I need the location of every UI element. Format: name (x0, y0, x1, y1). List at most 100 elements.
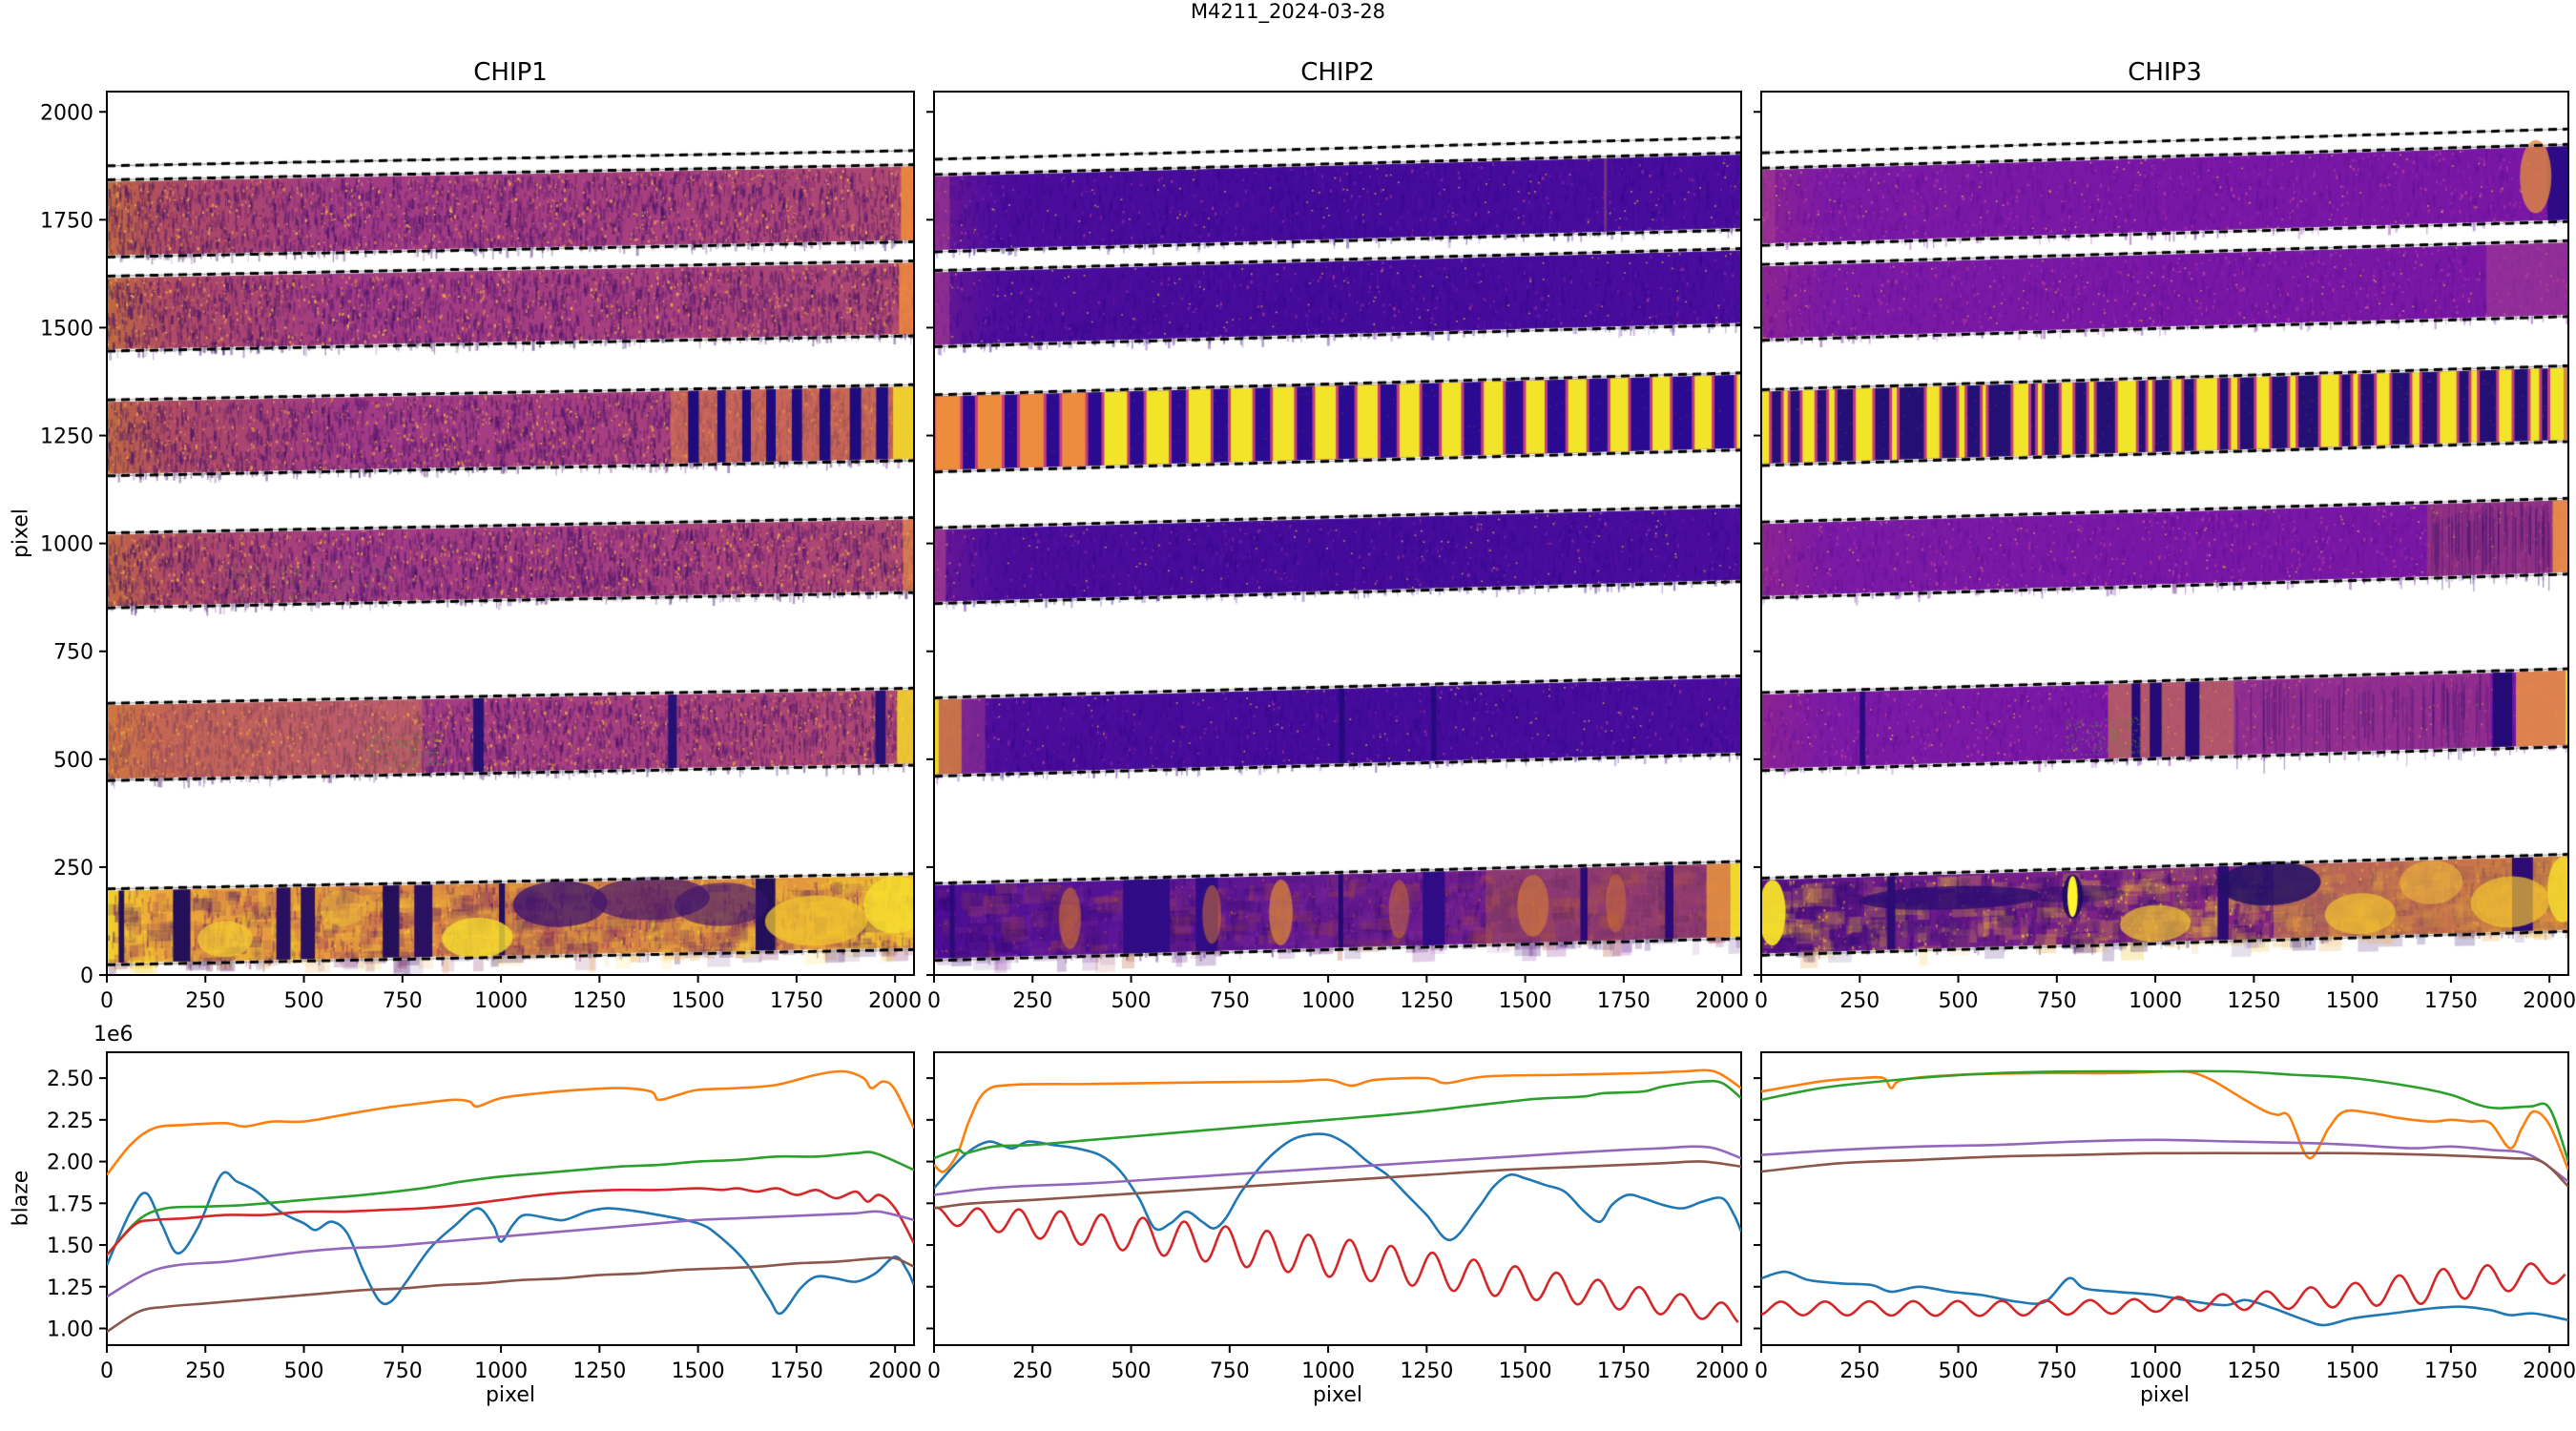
tick-label: 500 (53, 749, 93, 773)
tick-label: 750 (383, 989, 423, 1013)
blaze-curve-chip2-purple (934, 1147, 1741, 1195)
tick-label: 1000 (474, 989, 528, 1013)
blaze-curve-chip3-green (1761, 1071, 2568, 1162)
blaze-curve-chip3-red (1761, 1263, 2566, 1316)
tick-label: 750 (383, 1359, 423, 1383)
figure: M4211_2024-03-28 CHIP1 CHIP2 CHIP3 pixel… (0, 0, 2576, 1431)
tick-label: 1750 (2424, 989, 2478, 1013)
tick-label: 1.75 (47, 1192, 93, 1216)
y-axis-label-bottom: blaze (10, 1171, 33, 1227)
tick-label: 1500 (672, 1359, 725, 1383)
blaze-curve-chip2-brown (934, 1161, 1741, 1208)
blaze-curve-chip3-purple (1761, 1140, 2568, 1182)
tick-label: 1500 (2326, 1359, 2379, 1383)
tick-label: 2000 (1695, 989, 1749, 1013)
tick-label: 0 (80, 964, 93, 988)
blaze-curve-chip2-red (934, 1208, 1738, 1322)
tick-label: 1500 (40, 317, 93, 341)
tick-label: 0 (1755, 1359, 1768, 1383)
tick-label: 2000 (868, 989, 922, 1013)
tick-label: 1500 (1499, 989, 1552, 1013)
chip2-title: CHIP2 (934, 58, 1741, 87)
tick-label: 250 (1839, 989, 1880, 1013)
tick-label: 2000 (868, 1359, 922, 1383)
tick-label: 1000 (1301, 989, 1355, 1013)
tick-label: 2000 (2523, 989, 2576, 1013)
blaze-curve-chip1-green (107, 1151, 914, 1255)
chip1-orders-image (107, 92, 914, 975)
tick-label: 1000 (1301, 1359, 1355, 1383)
tick-label: 1250 (1400, 989, 1453, 1013)
tick-label: 1.25 (47, 1276, 93, 1300)
blaze-curve-chip3-brown (1761, 1153, 2568, 1187)
tick-label: 1000 (2129, 1359, 2182, 1383)
y-axis-label-top: pixel (10, 508, 33, 558)
tick-label: 1000 (2129, 989, 2182, 1013)
chip1-title: CHIP1 (107, 58, 914, 87)
tick-label: 500 (1111, 1359, 1152, 1383)
tick-label: 250 (53, 857, 93, 881)
tick-label: 2000 (40, 101, 93, 125)
tick-label: 750 (53, 641, 93, 665)
tick-label: 1750 (770, 1359, 823, 1383)
blaze-curve-chip1-purple (107, 1212, 914, 1297)
tick-label: 0 (927, 1359, 941, 1383)
tick-label: 750 (1210, 1359, 1250, 1383)
y-offset-text: 1e6 (93, 1023, 134, 1047)
figure-title: M4211_2024-03-28 (0, 0, 2576, 23)
tick-label: 1750 (1597, 989, 1651, 1013)
tick-label: 1750 (1597, 1359, 1651, 1383)
tick-label: 500 (1111, 989, 1152, 1013)
blaze-curve-chip2-green (934, 1081, 1741, 1158)
tick-label: 500 (284, 989, 324, 1013)
tick-label: 2.00 (47, 1151, 93, 1175)
tick-label: 1750 (40, 209, 93, 233)
tick-label: 250 (1012, 1359, 1052, 1383)
tick-label: 1.00 (47, 1318, 93, 1342)
blaze-curve-chip2-blue (934, 1133, 1741, 1239)
blaze-curve-chip1-red (107, 1189, 914, 1255)
x-axis-label-chip3: pixel (1761, 1383, 2568, 1407)
tick-label: 1750 (770, 989, 823, 1013)
tick-label: 0 (100, 989, 114, 1013)
tick-label: 2000 (2523, 1359, 2576, 1383)
blaze-curve-chip1-blue (107, 1172, 914, 1314)
tick-label: 0 (100, 1359, 114, 1383)
tick-label: 500 (1939, 989, 1979, 1013)
tick-label: 1250 (572, 1359, 626, 1383)
tick-label: 1500 (672, 989, 725, 1013)
tick-label: 500 (284, 1359, 324, 1383)
tick-label: 2.50 (47, 1068, 93, 1091)
x-axis-label-chip1: pixel (107, 1383, 914, 1407)
tick-label: 250 (1012, 989, 1052, 1013)
x-axis-label-chip2: pixel (934, 1383, 1741, 1407)
chip3-orders-image (1761, 92, 2568, 975)
tick-label: 1250 (2227, 1359, 2280, 1383)
tick-label: 1000 (40, 533, 93, 557)
tick-label: 1000 (474, 1359, 528, 1383)
chip3-title: CHIP3 (1761, 58, 2568, 87)
blaze-curve-chip3-blue (1761, 1272, 2568, 1325)
tick-label: 2.25 (47, 1110, 93, 1133)
tick-label: 750 (1210, 989, 1250, 1013)
tick-label: 1.50 (47, 1234, 93, 1258)
tick-label: 1250 (572, 989, 626, 1013)
tick-label: 250 (1839, 1359, 1880, 1383)
tick-label: 750 (2037, 989, 2077, 1013)
blaze-curve-chip1-brown (107, 1257, 914, 1332)
chip2-orders-image (934, 92, 1741, 975)
blaze-curve-chip3-orange (1761, 1071, 2568, 1170)
tick-label: 750 (2037, 1359, 2077, 1383)
tick-label: 1500 (1499, 1359, 1552, 1383)
tick-label: 1250 (40, 425, 93, 449)
tick-label: 250 (185, 1359, 225, 1383)
tick-label: 0 (1755, 989, 1768, 1013)
tick-label: 500 (1939, 1359, 1979, 1383)
blaze-curve-chip1-orange (107, 1071, 914, 1175)
tick-label: 1250 (2227, 989, 2280, 1013)
tick-label: 0 (927, 989, 941, 1013)
tick-label: 1500 (2326, 989, 2379, 1013)
blaze-curve-chip2-orange (934, 1070, 1741, 1172)
tick-label: 1250 (1400, 1359, 1453, 1383)
tick-label: 2000 (1695, 1359, 1749, 1383)
